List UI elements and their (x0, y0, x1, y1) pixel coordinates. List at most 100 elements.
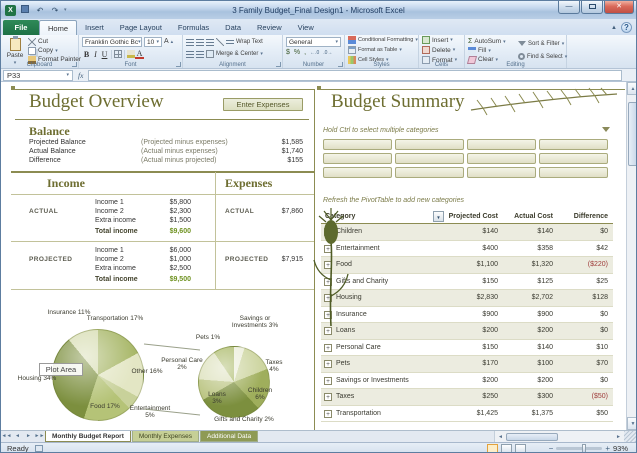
fill-button[interactable]: Fill ▾ (468, 46, 506, 55)
save-button[interactable] (19, 5, 31, 16)
maximize-button[interactable] (581, 1, 603, 14)
paste-button[interactable]: Paste ▾ (4, 37, 26, 62)
normal-view-icon[interactable] (487, 444, 498, 453)
expand-row-button[interactable]: + (324, 344, 332, 352)
font-size-combo[interactable]: 10▾ (144, 37, 162, 47)
macro-record-icon[interactable] (35, 445, 43, 452)
slicer-button[interactable] (395, 167, 464, 178)
grow-font-button[interactable]: A▴ (164, 37, 173, 46)
slicer-button[interactable] (467, 153, 536, 164)
fx-icon[interactable]: fx (78, 71, 83, 80)
tab-home[interactable]: Home (39, 20, 77, 35)
scroll-left-button[interactable]: ◄ (495, 434, 506, 440)
copy-button[interactable]: Copy ▾ (28, 46, 81, 55)
slicer-button[interactable] (323, 167, 392, 178)
expand-row-button[interactable]: + (324, 327, 332, 335)
align-center-icon[interactable] (196, 50, 204, 58)
page-layout-view-icon[interactable] (501, 444, 512, 453)
sort-filter-button[interactable]: Sort & Filter ▾ (518, 37, 567, 50)
sheet-tab-monthly-expenses[interactable]: Monthly Expenses (132, 431, 199, 442)
expand-row-button[interactable]: + (324, 261, 332, 269)
cut-button[interactable]: Cut (28, 37, 81, 46)
minimize-button[interactable]: — (558, 1, 580, 14)
borders-icon[interactable] (114, 50, 122, 58)
last-sheet-button[interactable]: ►► (34, 431, 45, 442)
next-sheet-button[interactable]: ► (23, 431, 34, 442)
number-format-combo[interactable]: General▾ (286, 37, 341, 47)
merge-center-button[interactable]: Merge & Center ▾ (206, 49, 263, 58)
slicer-button[interactable] (467, 167, 536, 178)
delete-cells-button[interactable]: Delete ▾ (419, 45, 464, 55)
expand-row-button[interactable]: + (324, 393, 332, 401)
zoom-out-button[interactable]: − (549, 445, 554, 453)
expand-row-button[interactable]: + (324, 228, 332, 236)
prev-sheet-button[interactable]: ◄ (12, 431, 23, 442)
number-dialog-launcher[interactable] (338, 62, 343, 67)
name-box[interactable]: P33▾ (3, 70, 73, 81)
autosum-button[interactable]: ΣAutoSum ▾ (468, 37, 506, 46)
tab-page-layout[interactable]: Page Layout (112, 20, 170, 35)
italic-button[interactable]: I (91, 50, 100, 59)
slicer-button[interactable] (395, 139, 464, 150)
close-button[interactable]: ✕ (604, 1, 634, 14)
zoom-in-button[interactable]: + (605, 445, 610, 453)
percent-format-icon[interactable]: % (294, 49, 300, 56)
scroll-right-button[interactable]: ► (613, 434, 624, 440)
decrease-decimal-icon[interactable]: .0→ (323, 50, 332, 56)
tab-file[interactable]: File (3, 20, 39, 35)
zoom-slider-thumb[interactable] (582, 444, 586, 453)
expand-row-button[interactable]: + (324, 377, 332, 385)
other-breakdown-pie-chart[interactable] (198, 346, 270, 418)
scroll-down-button[interactable]: ▼ (627, 417, 637, 430)
fill-color-icon[interactable] (127, 50, 135, 58)
conditional-formatting-button[interactable]: Conditional Formatting ▾ (345, 35, 418, 45)
font-name-combo[interactable]: Franklin Gothic Bc▾ (82, 37, 142, 47)
increase-decimal-icon[interactable]: ←.0 (310, 50, 319, 56)
align-top-icon[interactable] (186, 38, 194, 46)
underline-button[interactable]: U (100, 50, 109, 59)
tab-review[interactable]: Review (249, 20, 290, 35)
slicer-button[interactable] (539, 153, 608, 164)
zoom-level[interactable]: 93% (613, 444, 628, 453)
wrap-text-button[interactable]: Wrap Text (226, 37, 263, 46)
zoom-slider[interactable] (556, 447, 602, 450)
page-break-view-icon[interactable] (515, 444, 526, 453)
undo-button[interactable]: ↶ (34, 5, 46, 16)
format-as-table-button[interactable]: Format as Table ▾ (345, 45, 418, 55)
expand-row-button[interactable]: + (324, 311, 332, 319)
align-bottom-icon[interactable] (206, 38, 214, 46)
qat-dropdown-icon[interactable]: ▾ (64, 7, 67, 13)
horizontal-scrollbar[interactable]: ◄ ► (494, 431, 624, 442)
expand-row-button[interactable]: + (324, 410, 332, 418)
minimize-ribbon-icon[interactable]: ▲ (611, 25, 617, 31)
sheet-tab-additional-data[interactable]: Additional Data (200, 431, 258, 442)
vertical-scrollbar[interactable]: ▲ ▼ (626, 82, 637, 430)
worksheet[interactable]: Budget Overview Enter Expenses Balance P… (1, 82, 626, 430)
expand-row-button[interactable]: + (324, 245, 332, 253)
font-color-icon[interactable]: A (135, 49, 144, 59)
help-icon[interactable]: ? (621, 22, 632, 33)
slicer-button[interactable] (395, 153, 464, 164)
insert-cells-button[interactable]: Insert ▾ (419, 35, 464, 45)
redo-button[interactable]: ↷ (49, 5, 61, 16)
slicer-button[interactable] (323, 153, 392, 164)
bold-button[interactable]: B (82, 50, 91, 59)
vertical-scroll-thumb[interactable] (628, 102, 637, 166)
horizontal-scroll-thumb[interactable] (506, 433, 558, 441)
first-sheet-button[interactable]: ◄◄ (1, 431, 12, 442)
currency-format-icon[interactable]: $ (286, 49, 290, 56)
slicer-button[interactable] (539, 139, 608, 150)
clear-filter-icon[interactable] (602, 127, 610, 132)
formula-input[interactable] (88, 70, 622, 81)
expand-row-button[interactable]: + (324, 294, 332, 302)
expand-row-button[interactable]: + (324, 278, 332, 286)
slicer-button[interactable] (467, 139, 536, 150)
enter-expenses-button[interactable]: Enter Expenses (223, 98, 303, 111)
align-left-icon[interactable] (186, 50, 194, 58)
scroll-up-button[interactable]: ▲ (627, 82, 637, 95)
orientation-icon[interactable] (216, 38, 224, 46)
tab-view[interactable]: View (290, 20, 322, 35)
category-filter-dropdown[interactable]: ▼ (433, 211, 444, 222)
slicer-button[interactable] (323, 139, 392, 150)
expand-row-button[interactable]: + (324, 360, 332, 368)
